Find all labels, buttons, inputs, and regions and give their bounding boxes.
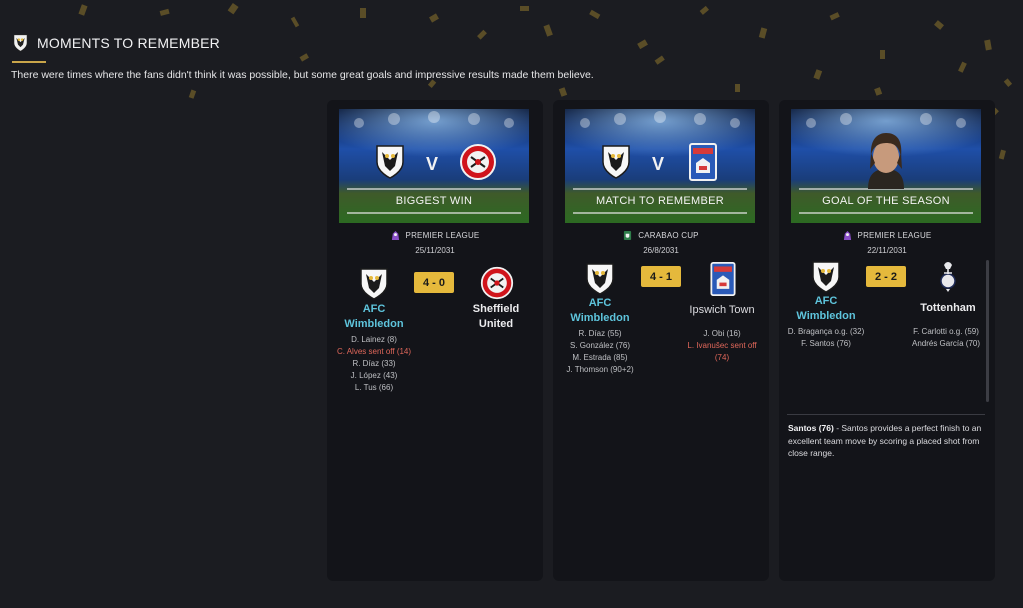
sent-off-event: L. Ivanušec sent off: [687, 341, 757, 350]
home-team-name[interactable]: AFC Wimbledon: [781, 294, 871, 324]
scorer: J. Obi (16): [703, 329, 741, 338]
home-scorers-list: R. Díaz (55) S. González (76) M. Estrada…: [545, 328, 655, 376]
match-date: 26/8/2031: [643, 246, 679, 255]
page-subtitle: There were times where the fans didn't t…: [11, 69, 594, 81]
premier-league-icon: [391, 231, 399, 240]
moment-type-label: GOAL OF THE SEASON: [822, 195, 950, 207]
moment-card-goal-of-the-season[interactable]: GOAL OF THE SEASON PREMIER LEAGUE 22/11/…: [779, 100, 995, 581]
club-badge-icon: [13, 34, 28, 52]
score-box[interactable]: 2 - 2: [866, 266, 906, 287]
score-box[interactable]: 4 - 1: [641, 266, 681, 287]
scorer: J. López (43): [350, 371, 398, 380]
page-title: MOMENTS TO REMEMBER: [37, 35, 220, 51]
versus-label: V: [652, 154, 665, 174]
competition-row: CARABAO CUP: [553, 230, 769, 241]
away-team-name[interactable]: Ipswich Town: [677, 303, 767, 318]
ipswich-town-crest-icon: [689, 143, 717, 181]
versus-label: V: [426, 154, 439, 174]
tottenham-crest-icon[interactable]: [936, 259, 960, 293]
home-scorers-list: D. Bragança o.g. (32) F. Santos (76): [771, 326, 881, 350]
description-divider: [787, 414, 985, 415]
sheffield-united-crest-icon[interactable]: [480, 266, 514, 300]
home-scorers-list: D. Lainez (8) C. Alves sent off (14) R. …: [319, 334, 429, 394]
scorer: S. González (76): [569, 341, 631, 350]
sent-off-event: C. Alves sent off (14): [336, 347, 412, 356]
scorer: L. Tus (66): [354, 383, 394, 392]
scorer: F. Santos (76): [801, 339, 851, 348]
competition-name: PREMIER LEAGUE: [405, 231, 480, 240]
afc-wimbledon-crest-icon: [602, 145, 630, 179]
home-team-name[interactable]: AFC Wimbledon: [555, 296, 645, 326]
carabao-cup-icon: [624, 231, 632, 240]
afc-wimbledon-crest-icon[interactable]: [359, 267, 389, 301]
description-player: Santos (76): [788, 423, 834, 433]
moment-card-biggest-win[interactable]: V BIGGEST WIN PREMIER LEAGUE 25/11/2031 …: [327, 100, 543, 581]
away-team-name[interactable]: Tottenham: [903, 301, 993, 316]
scorer: R. Díaz (55): [578, 329, 622, 338]
sheffield-united-crest-icon: [460, 144, 496, 180]
afc-wimbledon-crest-icon[interactable]: [585, 262, 615, 296]
competition-name: CARABAO CUP: [638, 231, 699, 240]
page-header: MOMENTS TO REMEMBER: [12, 33, 1012, 63]
scorer: Andrés García (70): [911, 339, 981, 348]
away-team-name[interactable]: Sheffield United: [451, 302, 541, 332]
player-portrait: [868, 133, 904, 189]
scorer: M. Estrada (85): [572, 353, 628, 362]
ipswich-town-crest-icon[interactable]: [710, 262, 736, 296]
scorer: J. Thomson (90+2): [566, 365, 634, 374]
scorer: R. Díaz (33): [352, 359, 396, 368]
card-banner: V BIGGEST WIN: [339, 109, 529, 223]
card-banner: V MATCH TO REMEMBER: [565, 109, 755, 223]
card-banner: GOAL OF THE SEASON: [791, 109, 981, 223]
away-scorers-list: F. Carlotti o.g. (59) Andrés García (70): [891, 326, 1001, 350]
score-box[interactable]: 4 - 0: [414, 272, 454, 293]
scorer: D. Lainez (8): [351, 335, 397, 344]
scrollbar[interactable]: [986, 260, 989, 402]
afc-wimbledon-crest-icon: [376, 145, 404, 179]
moment-type-label: MATCH TO REMEMBER: [596, 195, 724, 207]
sent-off-minute: (74): [714, 353, 730, 362]
moment-type-label: BIGGEST WIN: [395, 195, 473, 207]
title-underline: [12, 61, 46, 63]
match-date: 22/11/2031: [867, 246, 907, 255]
scorer: D. Bragança o.g. (32): [787, 327, 865, 336]
goal-description: Santos (76) - Santos provides a perfect …: [788, 422, 986, 460]
competition-name: PREMIER LEAGUE: [857, 231, 932, 240]
home-team-name[interactable]: AFC Wimbledon: [329, 302, 419, 332]
moment-card-match-to-remember[interactable]: V MATCH TO REMEMBER CARABAO CUP 26/8/203…: [553, 100, 769, 581]
match-date: 25/11/2031: [415, 246, 455, 255]
afc-wimbledon-crest-icon[interactable]: [811, 260, 841, 294]
competition-row: PREMIER LEAGUE: [327, 230, 543, 241]
scorer: F. Carlotti o.g. (59): [913, 327, 979, 336]
away-scorers-list: J. Obi (16) L. Ivanušec sent off (74): [667, 328, 777, 364]
premier-league-icon: [843, 231, 851, 240]
competition-row: PREMIER LEAGUE: [779, 230, 995, 241]
